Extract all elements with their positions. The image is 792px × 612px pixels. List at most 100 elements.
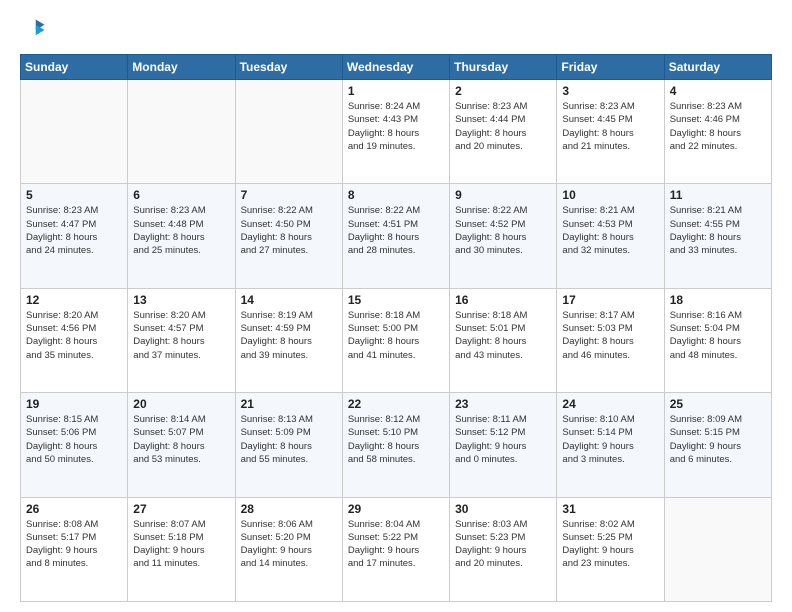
calendar-cell: 7Sunrise: 8:22 AM Sunset: 4:50 PM Daylig… bbox=[235, 184, 342, 288]
day-number: 22 bbox=[348, 397, 444, 411]
day-info: Sunrise: 8:21 AM Sunset: 4:53 PM Dayligh… bbox=[562, 204, 658, 257]
calendar-cell: 8Sunrise: 8:22 AM Sunset: 4:51 PM Daylig… bbox=[342, 184, 449, 288]
day-info: Sunrise: 8:23 AM Sunset: 4:47 PM Dayligh… bbox=[26, 204, 122, 257]
day-info: Sunrise: 8:02 AM Sunset: 5:25 PM Dayligh… bbox=[562, 518, 658, 571]
day-info: Sunrise: 8:23 AM Sunset: 4:46 PM Dayligh… bbox=[670, 100, 766, 153]
calendar-cell: 17 Sunrise: 8:17 AM Sunset: 5:03 PM Dayli… bbox=[557, 288, 664, 392]
day-number: 4 bbox=[670, 84, 766, 98]
calendar-cell: 30 Sunrise: 8:03 AM Sunset: 5:23 PM Dayli… bbox=[450, 497, 557, 601]
calendar-cell: 21 Sunrise: 8:13 AM Sunset: 5:09 PM Dayli… bbox=[235, 393, 342, 497]
day-number: 14 bbox=[241, 293, 337, 307]
day-number: 12 bbox=[26, 293, 122, 307]
calendar-cell: 19Sunrise: 8:15 AM Sunset: 5:06 PM Dayli… bbox=[21, 393, 128, 497]
day-info: Sunrise: 8:18 AM Sunset: 5:00 PM Dayligh… bbox=[348, 309, 444, 362]
day-info: Sunrise: 8:13 AM Sunset: 5:09 PM Dayligh… bbox=[241, 413, 337, 466]
calendar-cell: 3Sunrise: 8:23 AM Sunset: 4:45 PM Daylig… bbox=[557, 80, 664, 184]
day-number: 16 bbox=[455, 293, 551, 307]
day-number: 25 bbox=[670, 397, 766, 411]
week-row-1: 1 Sunrise: 8:24 AM Sunset: 4:43 PM Daylig… bbox=[21, 80, 772, 184]
day-number: 26 bbox=[26, 502, 122, 516]
calendar-cell: 9 Sunrise: 8:22 AM Sunset: 4:52 PM Daylig… bbox=[450, 184, 557, 288]
day-info: Sunrise: 8:21 AM Sunset: 4:55 PM Dayligh… bbox=[670, 204, 766, 257]
calendar-cell: 27 Sunrise: 8:07 AM Sunset: 5:18 PM Dayli… bbox=[128, 497, 235, 601]
day-info: Sunrise: 8:18 AM Sunset: 5:01 PM Dayligh… bbox=[455, 309, 551, 362]
day-info: Sunrise: 8:12 AM Sunset: 5:10 PM Dayligh… bbox=[348, 413, 444, 466]
day-info: Sunrise: 8:07 AM Sunset: 5:18 PM Dayligh… bbox=[133, 518, 229, 571]
day-number: 18 bbox=[670, 293, 766, 307]
day-number: 29 bbox=[348, 502, 444, 516]
weekday-header-saturday: Saturday bbox=[664, 55, 771, 80]
calendar-cell: 10 Sunrise: 8:21 AM Sunset: 4:53 PM Dayli… bbox=[557, 184, 664, 288]
calendar-cell: 5 Sunrise: 8:23 AM Sunset: 4:47 PM Daylig… bbox=[21, 184, 128, 288]
day-info: Sunrise: 8:23 AM Sunset: 4:48 PM Dayligh… bbox=[133, 204, 229, 257]
week-row-3: 12Sunrise: 8:20 AM Sunset: 4:56 PM Dayli… bbox=[21, 288, 772, 392]
header bbox=[20, 16, 772, 44]
calendar-cell: 1 Sunrise: 8:24 AM Sunset: 4:43 PM Daylig… bbox=[342, 80, 449, 184]
day-info: Sunrise: 8:09 AM Sunset: 5:15 PM Dayligh… bbox=[670, 413, 766, 466]
day-number: 3 bbox=[562, 84, 658, 98]
day-number: 28 bbox=[241, 502, 337, 516]
day-number: 27 bbox=[133, 502, 229, 516]
calendar-cell: 11 Sunrise: 8:21 AM Sunset: 4:55 PM Dayli… bbox=[664, 184, 771, 288]
day-info: Sunrise: 8:20 AM Sunset: 4:57 PM Dayligh… bbox=[133, 309, 229, 362]
day-number: 31 bbox=[562, 502, 658, 516]
day-info: Sunrise: 8:22 AM Sunset: 4:52 PM Dayligh… bbox=[455, 204, 551, 257]
day-number: 11 bbox=[670, 188, 766, 202]
day-info: Sunrise: 8:15 AM Sunset: 5:06 PM Dayligh… bbox=[26, 413, 122, 466]
day-info: Sunrise: 8:24 AM Sunset: 4:43 PM Dayligh… bbox=[348, 100, 444, 153]
calendar-cell bbox=[21, 80, 128, 184]
weekday-header-row: SundayMondayTuesdayWednesdayThursdayFrid… bbox=[21, 55, 772, 80]
day-info: Sunrise: 8:08 AM Sunset: 5:17 PM Dayligh… bbox=[26, 518, 122, 571]
calendar-cell: 14 Sunrise: 8:19 AM Sunset: 4:59 PM Dayli… bbox=[235, 288, 342, 392]
calendar-cell: 4 Sunrise: 8:23 AM Sunset: 4:46 PM Daylig… bbox=[664, 80, 771, 184]
day-number: 23 bbox=[455, 397, 551, 411]
day-number: 9 bbox=[455, 188, 551, 202]
day-info: Sunrise: 8:19 AM Sunset: 4:59 PM Dayligh… bbox=[241, 309, 337, 362]
weekday-header-thursday: Thursday bbox=[450, 55, 557, 80]
weekday-header-monday: Monday bbox=[128, 55, 235, 80]
day-info: Sunrise: 8:16 AM Sunset: 5:04 PM Dayligh… bbox=[670, 309, 766, 362]
day-number: 17 bbox=[562, 293, 658, 307]
calendar-cell: 31 Sunrise: 8:02 AM Sunset: 5:25 PM Dayli… bbox=[557, 497, 664, 601]
calendar: SundayMondayTuesdayWednesdayThursdayFrid… bbox=[20, 54, 772, 602]
day-info: Sunrise: 8:04 AM Sunset: 5:22 PM Dayligh… bbox=[348, 518, 444, 571]
calendar-cell: 25 Sunrise: 8:09 AM Sunset: 5:15 PM Dayli… bbox=[664, 393, 771, 497]
calendar-cell: 28 Sunrise: 8:06 AM Sunset: 5:20 PM Dayli… bbox=[235, 497, 342, 601]
day-info: Sunrise: 8:03 AM Sunset: 5:23 PM Dayligh… bbox=[455, 518, 551, 571]
calendar-cell: 24 Sunrise: 8:10 AM Sunset: 5:14 PM Dayli… bbox=[557, 393, 664, 497]
calendar-cell: 26 Sunrise: 8:08 AM Sunset: 5:17 PM Dayli… bbox=[21, 497, 128, 601]
day-number: 21 bbox=[241, 397, 337, 411]
calendar-cell: 15 Sunrise: 8:18 AM Sunset: 5:00 PM Dayli… bbox=[342, 288, 449, 392]
calendar-cell bbox=[128, 80, 235, 184]
week-row-2: 5 Sunrise: 8:23 AM Sunset: 4:47 PM Daylig… bbox=[21, 184, 772, 288]
day-number: 15 bbox=[348, 293, 444, 307]
day-info: Sunrise: 8:06 AM Sunset: 5:20 PM Dayligh… bbox=[241, 518, 337, 571]
weekday-header-friday: Friday bbox=[557, 55, 664, 80]
week-row-5: 26 Sunrise: 8:08 AM Sunset: 5:17 PM Dayli… bbox=[21, 497, 772, 601]
weekday-header-sunday: Sunday bbox=[21, 55, 128, 80]
day-number: 30 bbox=[455, 502, 551, 516]
calendar-cell: 23 Sunrise: 8:11 AM Sunset: 5:12 PM Dayli… bbox=[450, 393, 557, 497]
weekday-header-tuesday: Tuesday bbox=[235, 55, 342, 80]
calendar-cell: 18 Sunrise: 8:16 AM Sunset: 5:04 PM Dayli… bbox=[664, 288, 771, 392]
day-number: 20 bbox=[133, 397, 229, 411]
day-number: 6 bbox=[133, 188, 229, 202]
page: SundayMondayTuesdayWednesdayThursdayFrid… bbox=[0, 0, 792, 612]
day-number: 2 bbox=[455, 84, 551, 98]
calendar-cell: 16 Sunrise: 8:18 AM Sunset: 5:01 PM Dayli… bbox=[450, 288, 557, 392]
calendar-cell: 6 Sunrise: 8:23 AM Sunset: 4:48 PM Daylig… bbox=[128, 184, 235, 288]
calendar-cell: 12Sunrise: 8:20 AM Sunset: 4:56 PM Dayli… bbox=[21, 288, 128, 392]
day-info: Sunrise: 8:10 AM Sunset: 5:14 PM Dayligh… bbox=[562, 413, 658, 466]
day-info: Sunrise: 8:22 AM Sunset: 4:51 PM Dayligh… bbox=[348, 204, 444, 257]
day-number: 1 bbox=[348, 84, 444, 98]
day-info: Sunrise: 8:11 AM Sunset: 5:12 PM Dayligh… bbox=[455, 413, 551, 466]
calendar-cell: 22 Sunrise: 8:12 AM Sunset: 5:10 PM Dayli… bbox=[342, 393, 449, 497]
weekday-header-wednesday: Wednesday bbox=[342, 55, 449, 80]
day-number: 10 bbox=[562, 188, 658, 202]
calendar-cell: 20Sunrise: 8:14 AM Sunset: 5:07 PM Dayli… bbox=[128, 393, 235, 497]
day-number: 24 bbox=[562, 397, 658, 411]
week-row-4: 19Sunrise: 8:15 AM Sunset: 5:06 PM Dayli… bbox=[21, 393, 772, 497]
day-info: Sunrise: 8:17 AM Sunset: 5:03 PM Dayligh… bbox=[562, 309, 658, 362]
day-number: 5 bbox=[26, 188, 122, 202]
logo-icon bbox=[20, 16, 48, 44]
